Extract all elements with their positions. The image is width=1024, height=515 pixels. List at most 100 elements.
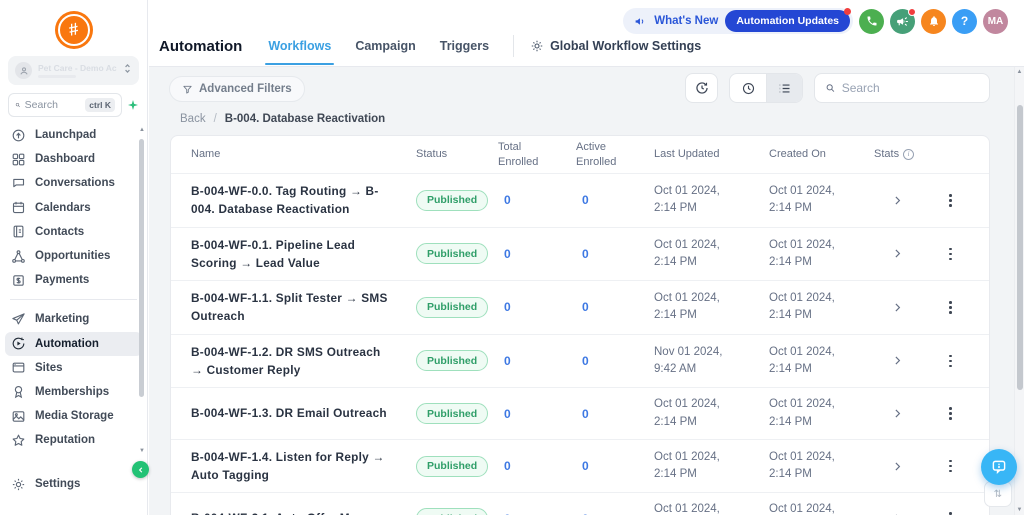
row-menu-kebab[interactable]	[934, 301, 989, 314]
stats-expand-chevron[interactable]	[874, 247, 934, 260]
table-row[interactable]: B-004-WF-2.1. Auto Offer Message Publish…	[171, 493, 989, 515]
active-enrolled-value[interactable]: 0	[576, 247, 654, 261]
tab-campaign[interactable]: Campaign	[355, 35, 415, 57]
row-menu-kebab[interactable]	[934, 355, 989, 368]
total-enrolled-value[interactable]: 0	[498, 247, 576, 261]
column-header-last-updated[interactable]: Last Updated	[654, 147, 769, 162]
sidebar-item-dashboard[interactable]: Dashboard	[5, 147, 142, 171]
scroll-down-arrow[interactable]: ▼	[138, 448, 146, 454]
sidebar-item-contacts[interactable]: Contacts	[5, 220, 142, 244]
sidebar-scrollbar[interactable]: ▲ ▼	[138, 127, 146, 454]
chevron-right-icon	[891, 460, 904, 473]
table-search-input[interactable]	[842, 81, 979, 95]
brand-logo-ring: #	[58, 14, 90, 46]
scroll-down-arrow[interactable]: ▼	[1015, 507, 1024, 513]
main-area: What's New Automation Updates	[149, 0, 1024, 515]
scroll-up-arrow[interactable]: ▲	[1015, 69, 1024, 75]
sidebar-item-conversations[interactable]: Conversations	[5, 171, 142, 195]
active-enrolled-value[interactable]: 0	[576, 193, 654, 207]
help-chat-widget-button[interactable]	[981, 449, 1017, 485]
stats-expand-chevron[interactable]	[874, 407, 934, 420]
total-enrolled-value[interactable]: 0	[498, 459, 576, 473]
active-enrolled-value[interactable]: 0	[576, 512, 654, 515]
tab-workflows[interactable]: Workflows	[268, 35, 331, 57]
help-button[interactable]: ?	[952, 9, 977, 34]
row-menu-kebab[interactable]	[934, 194, 989, 207]
column-header-active-enrolled[interactable]: Active Enrolled	[576, 140, 654, 170]
list-view-segment[interactable]	[766, 74, 802, 102]
stats-expand-chevron[interactable]	[874, 301, 934, 314]
column-header-total-enrolled[interactable]: Total Enrolled	[498, 140, 576, 170]
workflow-name-link[interactable]: B-004-WF-1.2. DR SMS Outreach → Customer…	[191, 343, 416, 380]
notifications-bell-button[interactable]	[921, 9, 946, 34]
sidebar-item-reputation[interactable]: Reputation	[5, 428, 142, 452]
sidebar-scroll-thumb[interactable]	[139, 139, 144, 397]
active-enrolled-value[interactable]: 0	[576, 354, 654, 368]
sidebar-item-memberships[interactable]: Memberships	[5, 380, 142, 404]
megaphone-button[interactable]	[890, 9, 915, 34]
window-scrollbar[interactable]: ▲ ▼	[1014, 67, 1024, 515]
recent-view-segment[interactable]	[730, 74, 766, 102]
column-header-created-on[interactable]: Created On	[769, 147, 874, 162]
sidebar-item-media-storage[interactable]: Media Storage	[5, 404, 142, 428]
history-button[interactable]	[685, 73, 718, 103]
sidebar-item-settings[interactable]: Settings	[5, 472, 142, 496]
active-enrolled-value[interactable]: 0	[576, 407, 654, 421]
sidebar-item-automation[interactable]: Automation	[5, 332, 142, 356]
row-menu-kebab[interactable]	[934, 407, 989, 420]
workflow-name-link[interactable]: B-004-WF-0.1. Pipeline Lead Scoring → Le…	[191, 236, 416, 273]
ai-sparkle-icon[interactable]	[127, 99, 139, 111]
total-enrolled-value[interactable]: 0	[498, 300, 576, 314]
column-header-status[interactable]: Status	[416, 147, 498, 162]
account-person-icon	[15, 62, 32, 79]
sidebar-item-sites[interactable]: Sites	[5, 356, 142, 380]
table-row[interactable]: B-004-WF-0.1. Pipeline Lead Scoring → Le…	[171, 228, 989, 282]
table-row[interactable]: B-004-WF-1.2. DR SMS Outreach → Customer…	[171, 335, 989, 389]
active-enrolled-value[interactable]: 0	[576, 459, 654, 473]
table-row[interactable]: B-004-WF-0.0. Tag Routing → B-004. Datab…	[171, 174, 989, 228]
brand-logo[interactable]: #	[55, 11, 93, 49]
workflow-name-link[interactable]: B-004-WF-1.3. DR Email Outreach	[191, 404, 416, 422]
table-row[interactable]: B-004-WF-1.1. Split Tester → SMS Outreac…	[171, 281, 989, 335]
sidebar-item-marketing[interactable]: Marketing	[5, 307, 142, 331]
sidebar-item-label: Automation	[35, 338, 99, 350]
sidebar-collapse-button[interactable]	[132, 461, 149, 478]
workflow-name-link[interactable]: B-004-WF-1.1. Split Tester → SMS Outreac…	[191, 289, 416, 326]
active-enrolled-value[interactable]: 0	[576, 300, 654, 314]
total-enrolled-value[interactable]: 0	[498, 354, 576, 368]
total-enrolled-value[interactable]: 0	[498, 193, 576, 207]
breadcrumb-back-link[interactable]: Back	[180, 113, 206, 125]
automation-updates-badge[interactable]: Automation Updates	[725, 10, 850, 32]
clock-icon	[741, 81, 756, 96]
global-workflow-settings-link[interactable]: Global Workflow Settings	[530, 39, 701, 53]
scroll-up-arrow[interactable]: ▲	[138, 127, 146, 133]
sidebar-search-box[interactable]: ctrl K	[8, 93, 122, 117]
account-subline	[38, 75, 76, 78]
stats-expand-chevron[interactable]	[874, 354, 934, 367]
table-search-box[interactable]	[814, 73, 990, 103]
stats-expand-chevron[interactable]	[874, 194, 934, 207]
phone-button[interactable]	[859, 9, 884, 34]
workflow-name-link[interactable]: B-004-WF-0.0. Tag Routing → B-004. Datab…	[191, 182, 416, 219]
row-menu-kebab[interactable]	[934, 248, 989, 261]
workflow-name-link[interactable]: B-004-WF-2.1. Auto Offer Message	[191, 509, 416, 515]
table-row[interactable]: B-004-WF-1.4. Listen for Reply → Auto Ta…	[171, 440, 989, 494]
sidebar-item-opportunities[interactable]: Opportunities	[5, 244, 142, 268]
info-icon[interactable]: i	[903, 149, 914, 160]
window-scroll-thumb[interactable]	[1017, 105, 1023, 390]
sidebar-item-calendars[interactable]: Calendars	[5, 196, 142, 220]
column-header-name[interactable]: Name	[191, 147, 416, 162]
account-switcher[interactable]: Pet Care - Demo Ac...	[8, 56, 139, 85]
sidebar-item-payments[interactable]: Payments	[5, 268, 142, 292]
total-enrolled-value[interactable]: 0	[498, 407, 576, 421]
workflow-name-link[interactable]: B-004-WF-1.4. Listen for Reply → Auto Ta…	[191, 448, 416, 485]
stats-expand-chevron[interactable]	[874, 460, 934, 473]
tab-triggers[interactable]: Triggers	[440, 35, 489, 57]
user-avatar[interactable]: MA	[983, 9, 1008, 34]
table-row[interactable]: B-004-WF-1.3. DR Email Outreach Publishe…	[171, 388, 989, 440]
column-header-stats[interactable]: Stats i	[874, 147, 934, 162]
advanced-filters-button[interactable]: Advanced Filters	[169, 76, 305, 102]
total-enrolled-value[interactable]: 0	[498, 512, 576, 515]
sidebar-search-input[interactable]	[25, 99, 82, 111]
sidebar-item-launchpad[interactable]: Launchpad	[5, 123, 142, 147]
